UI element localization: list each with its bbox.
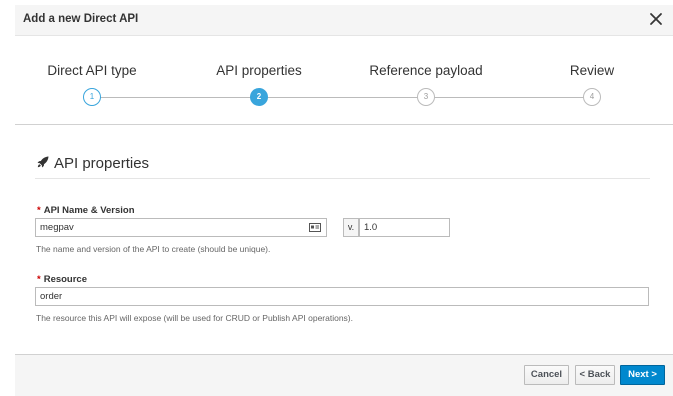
- section-title: API properties: [54, 155, 150, 172]
- api-name-version-label-text: API Name & Version: [43, 205, 135, 216]
- required-marker: *: [37, 205, 41, 216]
- dialog-header: Add a new Direct API: [15, 5, 673, 36]
- dialog-footer: Cancel < Back Next >: [15, 355, 673, 396]
- close-icon[interactable]: [648, 11, 664, 27]
- rocket-icon: [37, 155, 49, 172]
- resource-help: The resource this API will expose (will …: [36, 313, 353, 323]
- step-number-badge: 3: [417, 88, 435, 106]
- section-heading: API properties: [37, 155, 149, 172]
- api-name-version-label: * API Name & Version: [37, 205, 135, 216]
- resource-value: order: [40, 291, 63, 302]
- version-prefix-addon: v.: [343, 218, 359, 237]
- api-name-input[interactable]: megpav: [35, 218, 327, 237]
- section-divider: [35, 178, 650, 179]
- step-number-badge: 2: [250, 88, 268, 106]
- step-number-badge: 4: [583, 88, 601, 106]
- api-name-version-help: The name and version of the API to creat…: [36, 244, 271, 254]
- api-name-value: megpav: [40, 222, 74, 233]
- add-direct-api-dialog: Add a new Direct API Direct API type 1 A…: [15, 5, 673, 396]
- required-marker: *: [37, 274, 41, 285]
- resource-label: * Resource: [37, 274, 87, 285]
- api-version-value: 1.0: [364, 222, 378, 233]
- api-version-input[interactable]: 1.0: [359, 218, 450, 237]
- step-label: Direct API type: [47, 63, 137, 78]
- step-label: API properties: [216, 63, 302, 78]
- cancel-button[interactable]: Cancel: [524, 365, 569, 385]
- step-number-badge: 1: [83, 88, 101, 106]
- dialog-title: Add a new Direct API: [23, 13, 139, 25]
- back-button[interactable]: < Back: [575, 365, 615, 385]
- resource-label-text: Resource: [43, 274, 88, 285]
- step-label: Review: [569, 63, 615, 78]
- wizard-steps: Direct API type 1 API properties 2 Refer…: [15, 36, 673, 125]
- address-card-icon[interactable]: [309, 223, 321, 232]
- next-button[interactable]: Next >: [620, 365, 665, 385]
- step-connector-line: [92, 97, 592, 98]
- wizard-step-content: API properties * API Name & Version megpa…: [15, 125, 673, 355]
- step-label: Reference payload: [369, 63, 483, 78]
- resource-input[interactable]: order: [35, 287, 649, 306]
